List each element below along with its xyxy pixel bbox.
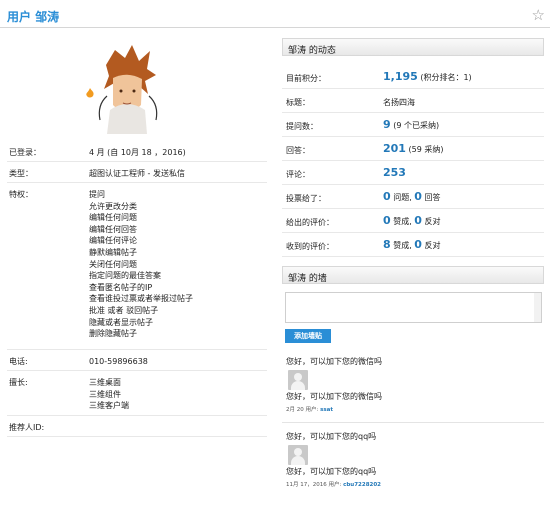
page-header: 用户 邹涛 ☆	[0, 0, 550, 28]
privilege-item: 隐藏或者显示帖子	[89, 317, 153, 327]
privilege-item: 删除隐藏帖子	[89, 329, 137, 339]
stat-comments: 评论： 253	[282, 161, 544, 185]
privilege-item: 编辑任何问题	[89, 213, 137, 223]
privilege-item: 编辑任何评论	[89, 236, 137, 246]
expertise-label: 擅长:	[9, 378, 28, 387]
wall-post-input[interactable]	[285, 292, 542, 323]
type-value[interactable]: 超图认证工程师 - 发送私信	[89, 168, 185, 180]
stat-ratings-received: 收到的评价： 8 赞成, 0 反对	[282, 233, 544, 257]
profile-row-phone: 电话: 010-59896638	[7, 350, 267, 371]
privilege-item: 静默编辑帖子	[89, 247, 137, 257]
star-icon[interactable]: ☆	[532, 6, 545, 24]
wall-post-meta: 2月 20 用户: ssat	[286, 407, 333, 413]
stat-questions: 提问数： 9 (9 个已采纳)	[282, 113, 544, 137]
wall-post-meta: 11月 17，2016 用户: cbu7228202	[286, 482, 382, 488]
phone-label: 电话:	[9, 357, 28, 366]
login-value: 4 月 (自 10月 18 ，2016)	[89, 148, 186, 157]
privilege-item: 关闭任何问题	[89, 259, 137, 269]
profile-row-privileges: 特权： 提问 允许更改分类 编辑任何问题 编辑任何回答 编辑任何评论 静默编辑帖…	[7, 183, 267, 350]
phone-value: 010-59896638	[89, 357, 148, 366]
privilege-item: 查看谁投过票或者举报过帖子	[89, 294, 193, 304]
stat-points: 目前积分： 1,195 (积分排名：1)	[282, 65, 544, 89]
wall-post: 您好，可以加下您的qq吗 您好，可以加下您的qq吗 11月 17，2016 用户…	[286, 431, 540, 492]
stat-ratings-given: 给出的评价： 0 赞成, 0 反对	[282, 209, 544, 233]
wall-post-body: 您好，可以加下您的qq吗	[286, 467, 377, 476]
privilege-item: 指定问题的最佳答案	[89, 271, 161, 281]
stat-title: 标题： 名扬四海	[282, 89, 544, 113]
wall-post: 您好，可以加下您的微信吗 您好，可以加下您的微信吗 2月 20 用户: ssat	[286, 356, 540, 417]
activity-heading: 邹涛 的动态	[282, 38, 544, 56]
wall-post-user-link[interactable]: cbu7228202	[343, 482, 381, 488]
wall-post-user-link[interactable]: ssat	[320, 407, 333, 413]
profile-row-login: 已登录： 4 月 (自 10月 18 ，2016)	[7, 141, 267, 162]
profile-row-expertise: 擅长: 三维桌面 三维组件 三维客户端	[7, 371, 267, 416]
wall-post-body: 您好，可以加下您的微信吗	[286, 392, 382, 401]
expertise-item: 三维组件	[89, 389, 121, 399]
type-label: 类型：	[9, 169, 33, 178]
textarea-scrollbar[interactable]	[534, 293, 541, 322]
user-avatar-icon	[288, 370, 308, 390]
privileges-label: 特权：	[9, 190, 33, 199]
stat-answers: 回答： 201 (59 采纳)	[282, 137, 544, 161]
wall-post-title: 您好，可以加下您的微信吗	[286, 357, 382, 366]
privilege-item: 允许更改分类	[89, 201, 137, 211]
page-title: 用户 邹涛	[7, 10, 60, 24]
expertise-item: 三维桌面	[89, 378, 121, 387]
wall-post-divider	[282, 422, 544, 423]
privilege-item: 提问	[89, 190, 105, 199]
user-avatar-icon	[288, 445, 308, 465]
login-label: 已登录：	[9, 148, 41, 157]
profile-row-referrer: 推荐人ID:	[7, 416, 267, 437]
stat-votes-cast: 投票给了： 0 问题, 0 回答	[282, 185, 544, 209]
privilege-item: 查看匿名帖子的IP	[89, 282, 153, 292]
privileges-list: 提问 允许更改分类 编辑任何问题 编辑任何回答 编辑任何评论 静默编辑帖子 关闭…	[89, 189, 193, 340]
referrer-label: 推荐人ID:	[9, 423, 45, 432]
wall-post-title: 您好，可以加下您的qq吗	[286, 432, 377, 441]
expertise-item: 三维客户端	[89, 401, 129, 411]
user-avatar	[91, 38, 163, 134]
privilege-item: 编辑任何回答	[89, 224, 137, 234]
profile-row-type: 类型： 超图认证工程师 - 发送私信	[7, 162, 267, 183]
flame-icon	[86, 88, 94, 98]
privilege-item: 批准 或者 驳回帖子	[89, 305, 159, 315]
wall-heading: 邹涛 的墙	[282, 266, 544, 284]
expertise-list: 三维桌面 三维组件 三维客户端	[89, 377, 129, 412]
add-wall-post-button[interactable]: 添加墙贴	[285, 329, 331, 343]
